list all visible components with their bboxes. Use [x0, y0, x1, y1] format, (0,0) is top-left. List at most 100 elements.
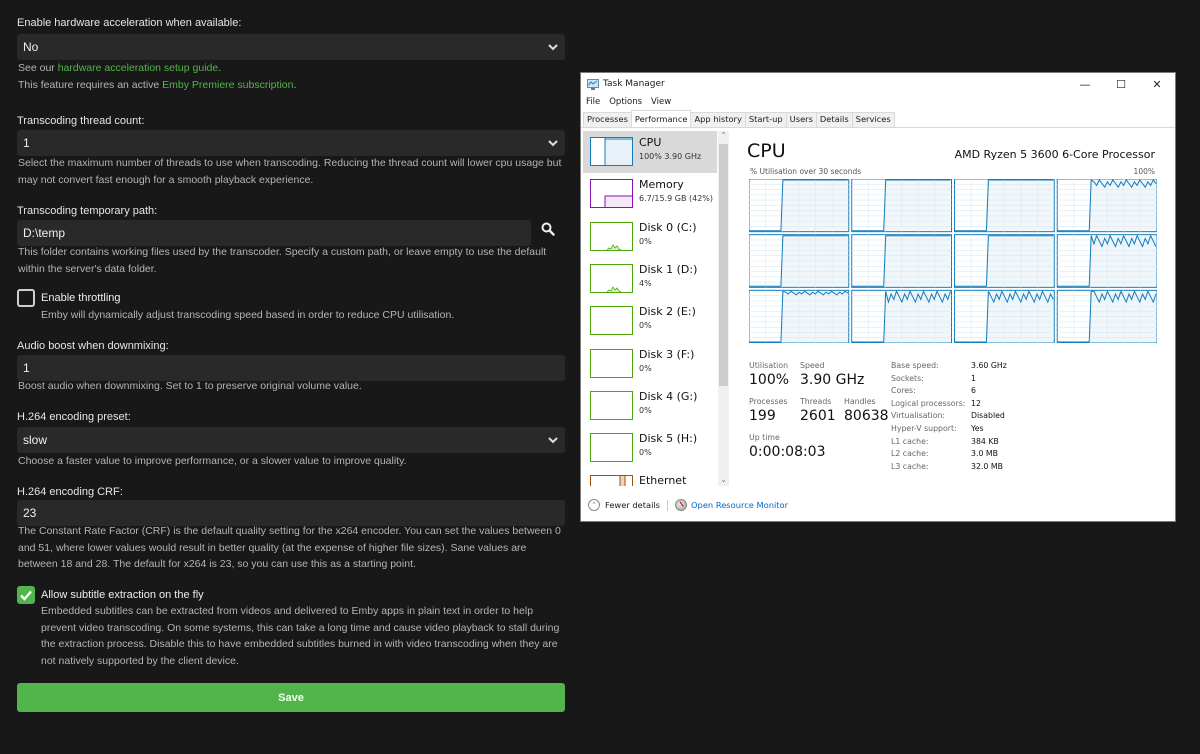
logical-processor-graph	[851, 179, 952, 233]
sidebar-item-disk-0-c[interactable]: Disk 0 (C:) 0%	[583, 216, 717, 258]
tab-details[interactable]: Details	[815, 112, 853, 127]
thumbnail-plot	[591, 350, 632, 377]
scrollbar-thumb[interactable]	[719, 144, 728, 386]
hw-accel-select[interactable]: No	[17, 34, 565, 60]
temp-path-input[interactable]: D:\temp	[17, 220, 531, 246]
emby-premiere-link[interactable]: Emby Premiere subscription	[162, 79, 293, 91]
spec-label: Cores:	[891, 386, 916, 396]
close-button[interactable]: ✕	[1139, 73, 1175, 95]
spec-value: 3.0 MB	[971, 449, 998, 459]
minimize-button[interactable]: —	[1067, 73, 1103, 95]
sidebar-item-disk-3-f[interactable]: Disk 3 (F:) 0%	[583, 343, 717, 385]
logical-processor-graph	[749, 179, 850, 233]
chevron-down-icon	[548, 44, 558, 51]
stat-value: 199	[749, 408, 776, 424]
logical-processor-graph	[1056, 289, 1157, 343]
sidebar-item-disk-1-d[interactable]: Disk 1 (D:) 4%	[583, 258, 717, 300]
tab-users[interactable]: Users	[785, 112, 817, 127]
stat-value: 100%	[749, 372, 790, 388]
sidebar-item-disk-4-g[interactable]: Disk 4 (G:) 0%	[583, 385, 717, 427]
scroll-down-arrow[interactable]: ⌄	[718, 476, 729, 484]
title-bar[interactable]: Task Manager — ☐ ✕	[581, 73, 1175, 97]
sidebar-item-disk-5-h[interactable]: Disk 5 (H:) 0%	[583, 427, 717, 469]
spec-row: Logical processors: 12	[891, 399, 1007, 412]
resource-monitor-icon	[675, 499, 688, 511]
stat-threads: Threads 2601	[800, 397, 836, 424]
sidebar-item-cpu[interactable]: CPU 100% 3.90 GHz	[583, 131, 717, 173]
sidebar-item-disk-2-e[interactable]: Disk 2 (E:) 0%	[583, 300, 717, 342]
help-text: .	[293, 78, 297, 91]
tab-performance[interactable]: Performance	[630, 110, 692, 127]
stat-utilisation: Utilisation 100%	[749, 361, 789, 388]
stat-handles: Handles 80638	[844, 397, 889, 424]
spec-label: L3 cache:	[891, 461, 929, 471]
processor-name: AMD Ryzen 5 3600 6-Core Processor	[954, 148, 1155, 161]
spec-label: Base speed:	[891, 361, 939, 370]
temp-path-label: Transcoding temporary path:	[17, 205, 158, 217]
menu-file[interactable]: File	[586, 97, 600, 107]
tab-processes[interactable]: Processes	[583, 112, 632, 127]
stat-value: 3.90 GHz	[800, 372, 865, 388]
temp-path-help: This folder contains working files used …	[18, 246, 547, 275]
sidebar-item-memory[interactable]: Memory 6.7/15.9 GB (42%)	[583, 173, 717, 215]
save-button[interactable]: Save	[17, 683, 565, 712]
cpu-heading: CPU	[747, 140, 786, 162]
thumbnail-graph	[590, 390, 633, 420]
thumbnail-graph	[590, 306, 633, 336]
menu-options[interactable]: Options	[609, 97, 642, 107]
tab-app-history[interactable]: App history	[690, 112, 746, 127]
stat-value: 80638	[844, 408, 889, 424]
subtitle-extraction-checkbox[interactable]	[17, 586, 35, 604]
menu-view[interactable]: View	[651, 97, 671, 107]
spec-value: 12	[971, 398, 981, 408]
graph-axis-label: % Utilisation over 30 seconds	[750, 167, 862, 176]
stat-value: 0:00:08:03	[749, 444, 826, 460]
tab-start-up[interactable]: Start-up	[744, 112, 787, 127]
stat-label: Processes	[749, 397, 788, 406]
spec-label: Hyper-V support:	[891, 423, 957, 433]
spec-value: 384 KB	[971, 436, 999, 446]
resource-list-scrollbar[interactable]: ⌃ ⌄	[718, 131, 729, 486]
sidebar-item-label: Disk 2 (E:)	[639, 305, 696, 319]
spec-label: Logical processors:	[891, 398, 966, 408]
thumbnail-plot	[604, 195, 632, 208]
logical-processor-graphs	[749, 179, 1157, 343]
thumbnail-graph	[590, 137, 633, 166]
throttling-checkbox[interactable]	[17, 289, 35, 307]
thread-count-select[interactable]: 1	[17, 130, 565, 156]
scroll-up-arrow[interactable]: ⌃	[718, 131, 729, 139]
logical-processor-graph	[1056, 179, 1157, 233]
sidebar-item-label: Disk 4 (G:)	[639, 389, 698, 403]
logical-processor-graph	[954, 289, 1055, 343]
stat-speed: Speed 3.90 GHz	[800, 361, 864, 388]
sidebar-item-value: 0%	[639, 236, 652, 246]
sidebar-item-value: 0%	[639, 448, 652, 458]
stat-processes: Processes 199	[749, 397, 787, 424]
hw-accel-value: No	[23, 40, 39, 54]
sidebar-item-label: Memory	[639, 178, 684, 192]
hw-accel-guide-link[interactable]: hardware acceleration setup guide	[58, 62, 219, 74]
thumbnail-plot	[591, 434, 632, 461]
search-icon[interactable]	[541, 222, 555, 236]
thumbnail-graph	[590, 475, 633, 486]
hw-accel-label: Enable hardware acceleration when availa…	[17, 17, 242, 29]
temp-path-value: D:\temp	[23, 226, 66, 240]
thread-count-help: Select the maximum number of threads to …	[18, 157, 562, 186]
chevron-up-icon[interactable]: ⌃	[588, 499, 600, 511]
spec-row: Sockets: 1	[891, 374, 1007, 387]
spec-row: Base speed: 3.60 GHz	[891, 361, 1007, 374]
stat-label: Up time	[749, 433, 780, 442]
throttling-label: Enable throttling	[41, 292, 121, 304]
tab-services[interactable]: Services	[851, 112, 895, 127]
sidebar-item-ethernet[interactable]: Ethernet	[583, 469, 717, 486]
preset-select[interactable]: slow	[17, 427, 565, 453]
help-text: .	[218, 62, 222, 74]
fewer-details-link[interactable]: Fewer details	[605, 500, 660, 510]
spec-label: L1 cache:	[891, 436, 929, 446]
spec-label: Virtualisation:	[891, 411, 946, 421]
open-resource-monitor-link[interactable]: Open Resource Monitor	[691, 500, 788, 510]
sidebar-item-label: Disk 5 (H:)	[639, 432, 698, 446]
chevron-down-icon	[548, 140, 558, 147]
maximize-button[interactable]: ☐	[1103, 73, 1139, 95]
chevron-down-icon	[548, 437, 558, 444]
